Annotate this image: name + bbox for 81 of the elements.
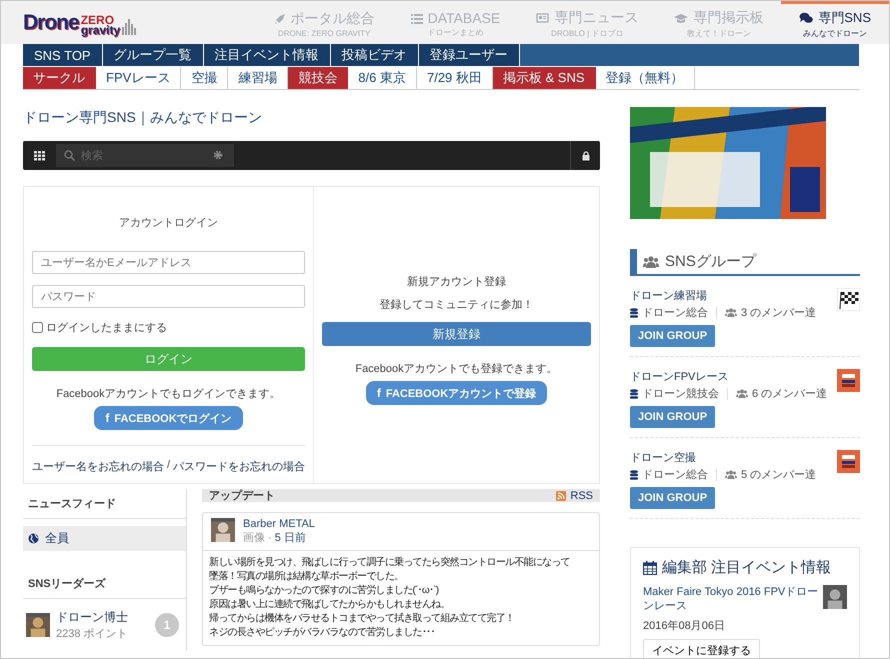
post-text-line: 帰ってからは機体をバラせるトコまでやって拭き取って組み立てて完了！ (209, 612, 516, 626)
post-text-line: 原因は暑い上に連続で飛ばしてたからかもしれませんね。 (209, 598, 450, 612)
menu-tab[interactable]: 投稿ビデオ (330, 44, 419, 66)
chat-bubbles-icon (799, 12, 814, 24)
rss-icon (556, 490, 566, 500)
settings-icon (213, 150, 223, 160)
database-icon (630, 470, 638, 480)
logo-text: gravity (80, 24, 120, 34)
join-group-button[interactable]: JOIN GROUP (630, 325, 716, 347)
section-heading: ニュースフィード (23, 489, 186, 519)
logo-text: ZERO (80, 14, 114, 24)
remember-label: ログインしたままにする (46, 321, 167, 335)
users-icon (725, 470, 737, 479)
separator-text: / (166, 459, 170, 473)
newspaper-icon (536, 13, 550, 23)
database-icon (630, 308, 638, 318)
search-icon (64, 150, 75, 161)
member-count: 6 のメンバー達 (752, 387, 828, 401)
database-icon (630, 388, 638, 398)
lock-icon (582, 150, 590, 160)
group-name-link[interactable]: ドローン練習場 (630, 288, 707, 303)
group-name-link[interactable]: ドローンFPVレース (630, 369, 728, 384)
menu-tab[interactable]: 登録ユーザー (418, 44, 520, 66)
post-text-line: 墜落！写真の場所は結構な草ボーボーでした。 (209, 570, 404, 584)
category-link[interactable]: ドローン競技会 (642, 386, 719, 401)
login-title: アカウントログイン (119, 216, 218, 230)
signup-subtitle: 登録してコミュニティに参加！ (380, 298, 534, 312)
group-name-link[interactable]: ドローン空撮 (630, 450, 696, 465)
event-date: 2016年08月06日 (643, 619, 725, 633)
menu-tab[interactable]: 注目イベント情報 (204, 44, 331, 66)
category-link[interactable]: 競技会 (288, 67, 348, 89)
username-field[interactable]: ユーザー名かEメールアドレス (32, 251, 305, 274)
facebook-icon: f (376, 386, 381, 400)
rss-link[interactable]: RSS (570, 490, 593, 502)
join-group-button[interactable]: JOIN GROUP (630, 487, 716, 509)
event-title-link[interactable]: Maker Faire Tokyo 2016 FPVドローンレース (643, 585, 823, 613)
category-link[interactable]: ドローン総合 (642, 467, 708, 482)
checkered-flag-icon (837, 288, 860, 311)
post-text-line: ブザーも鳴らなかったので探すのに苦労しました(´･ω･`) (209, 584, 440, 598)
leader-name-link[interactable]: ドローン博士 (56, 609, 149, 626)
forgot-password-link[interactable]: パスワードをお忘れの場合 (173, 459, 306, 474)
groups-heading: SNSグループ (665, 252, 756, 271)
updates-heading: アップデート (209, 488, 275, 503)
register-event-button[interactable]: イベントに登録する (643, 639, 760, 658)
calendar-icon (643, 560, 657, 574)
facebook-note: Facebookアカウントでもログインできます。 (56, 387, 281, 401)
feed-filter-item[interactable]: 全員 (23, 526, 186, 551)
post-type: 画像 · (243, 532, 272, 544)
category-link[interactable]: ドローン総合 (642, 305, 708, 320)
menu-tab[interactable]: グループ一覧 (102, 44, 204, 66)
globe-icon (28, 533, 39, 544)
forgot-username-link[interactable]: ユーザー名をお忘れの場合 (32, 459, 164, 474)
users-icon (736, 389, 748, 398)
post-text-line: 新しい場所を見つけ、飛ばしに行って調子に乗ってたら突然コントロール不能になって (209, 556, 571, 570)
join-group-button[interactable]: JOIN GROUP (630, 406, 716, 428)
author-link[interactable]: Barber METAL (243, 518, 315, 530)
facebook-note: Facebookアカウントでも登録できます。 (355, 362, 558, 376)
password-field[interactable]: パスワード (32, 285, 305, 308)
post-time-link[interactable]: 5 日前 (274, 532, 306, 544)
logo-text: Drone (23, 10, 79, 34)
post-text-line: ネジの長さやピッチがバラバラなので苦労しました･･･ (209, 626, 436, 640)
member-count: 5 のメンバー達 (741, 468, 816, 482)
list-icon (410, 12, 423, 24)
remember-checkbox[interactable] (32, 322, 43, 333)
member-count: 3 のメンバー達 (741, 306, 816, 320)
feed-filter-label: 全員 (45, 530, 69, 547)
points-text: 2238 ポイント (56, 627, 129, 641)
grid-icon (34, 150, 45, 160)
users-icon (643, 256, 659, 268)
bars-icon (122, 18, 136, 34)
menu-tab[interactable]: SNS TOP (23, 44, 103, 66)
events-heading: 編集部 注目イベント情報 (662, 558, 832, 577)
page-title: ドローン専門SNS｜みんなでドローン (23, 109, 263, 127)
users-icon (725, 308, 737, 317)
signup-title: 新規アカウント登録 (407, 274, 506, 289)
category-link[interactable]: 掲示板 & SNS (492, 67, 596, 89)
graduation-cap-icon (674, 12, 688, 24)
category-link[interactable]: サークル (23, 67, 96, 89)
facebook-icon: f (105, 411, 110, 425)
section-heading: SNSリーダーズ (23, 569, 186, 599)
signup-button[interactable]: 新規登録 (322, 322, 591, 346)
